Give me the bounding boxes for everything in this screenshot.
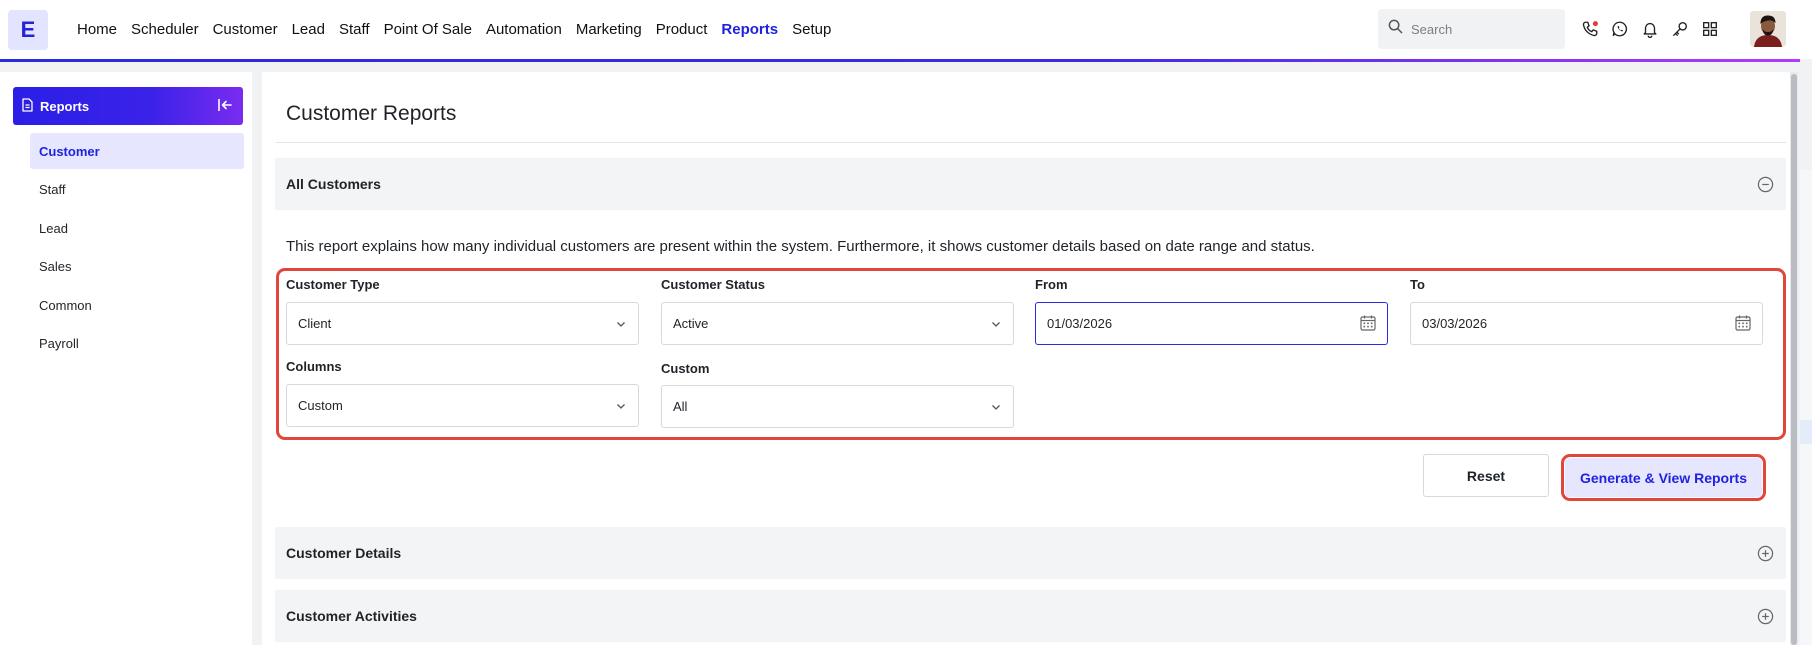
sidebar-item-staff[interactable]: Staff <box>30 172 244 208</box>
section-title: Customer Details <box>286 545 402 561</box>
section-customer-activities[interactable]: Customer Activities <box>275 590 1786 642</box>
from-date-value: 01/03/2026 <box>1047 316 1113 331</box>
customer-status-value: Active <box>673 316 709 331</box>
search-icon <box>1388 19 1403 39</box>
chevron-down-icon <box>615 400 627 415</box>
calendar-icon[interactable] <box>1734 314 1752 335</box>
nav-item-point-of-sale[interactable]: Point Of Sale <box>377 21 479 38</box>
sidebar-list: Customer Staff Lead Sales Common Payroll <box>30 133 244 364</box>
sidebar-item-payroll[interactable]: Payroll <box>30 326 244 362</box>
key-icon[interactable] <box>1670 19 1690 39</box>
nav-item-staff[interactable]: Staff <box>332 21 377 38</box>
to-date-label: To <box>1410 277 1425 292</box>
section-all-customers[interactable]: All Customers <box>275 158 1786 210</box>
customer-type-value: Client <box>298 316 332 331</box>
chevron-down-icon <box>990 318 1002 333</box>
chevron-down-icon <box>990 401 1002 416</box>
to-date-value: 03/03/2026 <box>1422 316 1488 331</box>
generate-view-reports-button[interactable]: Generate & View Reports <box>1565 458 1762 497</box>
sidebar-item-lead[interactable]: Lead <box>30 210 244 246</box>
collapse-minus-icon[interactable] <box>1757 176 1774 196</box>
sidebar: Reports Customer Staff Lead Sales Common… <box>0 72 252 645</box>
nav-item-automation[interactable]: Automation <box>479 21 569 38</box>
phone-icon[interactable] <box>1580 19 1600 39</box>
app-logo[interactable]: E <box>8 10 48 50</box>
nav-item-reports[interactable]: Reports <box>714 21 785 38</box>
from-date-label: From <box>1035 277 1068 292</box>
sidebar-item-sales[interactable]: Sales <box>30 249 244 285</box>
nav-item-setup[interactable]: Setup <box>785 21 838 38</box>
search-input[interactable] <box>1411 21 1551 37</box>
nav-item-customer[interactable]: Customer <box>206 21 285 38</box>
whatsapp-icon[interactable] <box>1610 19 1630 39</box>
main-panel: Customer Reports All Customers This repo… <box>262 72 1793 645</box>
to-date-input[interactable]: 03/03/2026 <box>1410 302 1763 345</box>
side-edge-panel <box>1800 170 1812 645</box>
custom-label: Custom <box>661 361 710 376</box>
from-date-input[interactable]: 01/03/2026 <box>1035 302 1388 345</box>
chevron-down-icon <box>615 318 627 333</box>
user-avatar[interactable] <box>1750 11 1786 47</box>
top-bar: E Home Scheduler Customer Lead Staff Poi… <box>0 0 1812 59</box>
title-divider <box>276 142 1786 143</box>
collapse-sidebar-icon[interactable] <box>217 97 233 116</box>
nav-item-home[interactable]: Home <box>70 21 124 38</box>
nav-item-marketing[interactable]: Marketing <box>569 21 649 38</box>
sidebar-header: Reports <box>13 87 243 125</box>
reset-button[interactable]: Reset <box>1423 454 1549 497</box>
custom-value: All <box>673 399 688 414</box>
side-edge-highlight <box>1800 420 1812 444</box>
apps-grid-icon[interactable] <box>1700 19 1720 39</box>
customer-type-label: Customer Type <box>286 277 380 292</box>
main-nav: Home Scheduler Customer Lead Staff Point… <box>70 0 838 59</box>
customer-status-label: Customer Status <box>661 277 766 292</box>
sidebar-title: Reports <box>40 98 90 114</box>
page-title: Customer Reports <box>286 102 457 125</box>
calendar-icon[interactable] <box>1359 314 1377 335</box>
top-icon-group <box>1580 15 1720 43</box>
nav-item-product[interactable]: Product <box>649 21 715 38</box>
search-box[interactable] <box>1378 9 1565 49</box>
expand-plus-icon[interactable] <box>1757 545 1774 565</box>
section-title: All Customers <box>286 176 381 192</box>
columns-value: Custom <box>298 398 343 413</box>
main-scrollbar-thumb[interactable] <box>1791 74 1797 645</box>
report-description: This report explains how many individual… <box>286 238 1315 255</box>
top-accent-line <box>0 59 1800 62</box>
columns-label: Columns <box>286 359 342 374</box>
sidebar-item-common[interactable]: Common <box>30 287 244 323</box>
expand-plus-icon[interactable] <box>1757 608 1774 628</box>
section-customer-details[interactable]: Customer Details <box>275 527 1786 579</box>
custom-select[interactable]: All <box>661 385 1014 428</box>
nav-item-scheduler[interactable]: Scheduler <box>124 21 206 38</box>
nav-item-lead[interactable]: Lead <box>285 21 332 38</box>
customer-type-select[interactable]: Client <box>286 302 639 345</box>
columns-select[interactable]: Custom <box>286 384 639 427</box>
sidebar-item-customer[interactable]: Customer <box>30 133 244 169</box>
bell-icon[interactable] <box>1640 19 1660 39</box>
customer-status-select[interactable]: Active <box>661 302 1014 345</box>
report-doc-icon <box>21 97 34 115</box>
section-title: Customer Activities <box>286 608 417 624</box>
